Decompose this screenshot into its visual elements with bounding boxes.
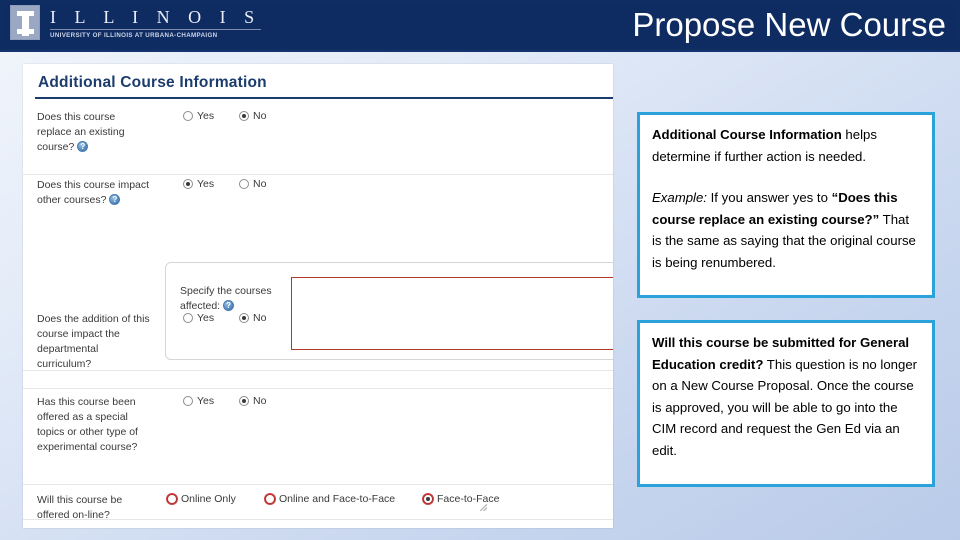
question-label-impact-other-courses: Does this course impact other courses?	[37, 178, 152, 208]
question-label-special-topics: Has this course been offered as a specia…	[37, 396, 138, 453]
logo-tagline-text: UNIVERSITY OF ILLINOIS AT URBANA-CHAMPAI…	[50, 29, 262, 40]
logo-wordmark: I L L I N O I S UNIVERSITY OF ILLINOIS A…	[50, 5, 262, 40]
radio-label: Yes	[197, 312, 215, 324]
radio-circle-icon[interactable]	[423, 494, 433, 504]
callout-1-paragraph-2: Example: If you answer yes to “Does this…	[652, 187, 920, 273]
radio-label: Yes	[197, 395, 215, 407]
help-icon[interactable]	[223, 300, 235, 311]
question-text: Does this course impact other courses?	[37, 179, 150, 206]
radio-circle-icon[interactable]	[167, 494, 177, 504]
radio-circle-icon[interactable]	[239, 111, 249, 121]
slide-header-bar: I L L I N O I S UNIVERSITY OF ILLINOIS A…	[0, 0, 960, 52]
callout-box-gen-ed: Will this course be submitted for Genera…	[637, 320, 935, 487]
radio-option-impact-other-no[interactable]: No	[239, 178, 266, 190]
help-icon[interactable]	[77, 141, 89, 152]
radio-label: Yes	[197, 110, 215, 122]
radio-label: No	[253, 110, 267, 122]
radio-option-impact-curriculum-no[interactable]: No	[239, 312, 266, 324]
radio-label: No	[253, 395, 267, 407]
radio-circle-icon[interactable]	[183, 111, 193, 121]
courses-affected-input[interactable]	[291, 277, 613, 350]
callout-2-paragraph-1: Will this course be submitted for Genera…	[652, 332, 920, 461]
form-title-underline	[35, 97, 613, 99]
block-i-icon	[10, 5, 40, 40]
question-label-impact-curriculum: Does the addition of this course impact …	[37, 313, 150, 370]
radio-option-impact-curriculum-yes[interactable]: Yes	[183, 312, 214, 324]
courses-affected-label: Specify the courses affected:	[180, 284, 290, 314]
row-divider	[23, 388, 613, 389]
callout-1-mid: If you answer yes to	[706, 190, 832, 205]
radio-option-impact-other-yes[interactable]: Yes	[183, 178, 214, 190]
radio-label: Online Only	[181, 493, 236, 505]
page-title: Propose New Course	[632, 6, 946, 43]
radio-label: No	[253, 312, 267, 324]
radio-circle-icon[interactable]	[239, 179, 249, 189]
radio-label: Face-to-Face	[437, 493, 500, 505]
form-section-title: Additional Course Information	[38, 74, 267, 91]
row-divider	[23, 519, 613, 520]
question-label-replace-existing: Does this course replace an existing cou…	[37, 110, 152, 155]
block-i-stem	[22, 11, 29, 36]
radio-circle-icon[interactable]	[265, 494, 275, 504]
row-divider	[23, 174, 613, 175]
radio-circle-icon[interactable]	[183, 179, 193, 189]
radio-circle-icon[interactable]	[239, 313, 249, 323]
textarea-resize-handle[interactable]	[480, 504, 487, 511]
course-form-screenshot: Additional Course Information Does this …	[23, 64, 613, 528]
radio-label: Online and Face-to-Face	[279, 493, 396, 505]
radio-option-special-topics-no[interactable]: No	[239, 395, 266, 407]
help-icon[interactable]	[109, 194, 121, 205]
radio-circle-icon[interactable]	[239, 396, 249, 406]
radio-option-special-topics-yes[interactable]: Yes	[183, 395, 214, 407]
radio-option-replace-existing-yes[interactable]: Yes	[183, 110, 214, 122]
callout-box-additional-info: Additional Course Information helps dete…	[637, 112, 935, 298]
radio-label: Yes	[197, 178, 215, 190]
callout-1-bold-lead: Additional Course Information	[652, 127, 842, 142]
callout-1-paragraph-1: Additional Course Information helps dete…	[652, 124, 920, 167]
courses-affected-panel: Specify the courses affected:	[165, 262, 613, 360]
radio-label: No	[253, 178, 267, 190]
radio-circle-icon[interactable]	[183, 313, 193, 323]
radio-option-online-only[interactable]: Online Only	[167, 493, 236, 505]
logo-wordmark-text: I L L I N O I S	[50, 7, 262, 27]
radio-option-face-to-face[interactable]: Face-to-Face	[423, 493, 499, 505]
callout-1-example-lead: Example:	[652, 190, 707, 205]
illinois-logo: I L L I N O I S UNIVERSITY OF ILLINOIS A…	[10, 5, 262, 40]
radio-option-online-and-face-to-face[interactable]: Online and Face-to-Face	[265, 493, 395, 505]
radio-circle-icon[interactable]	[183, 396, 193, 406]
radio-option-replace-existing-no[interactable]: No	[239, 110, 266, 122]
row-divider	[23, 484, 613, 485]
